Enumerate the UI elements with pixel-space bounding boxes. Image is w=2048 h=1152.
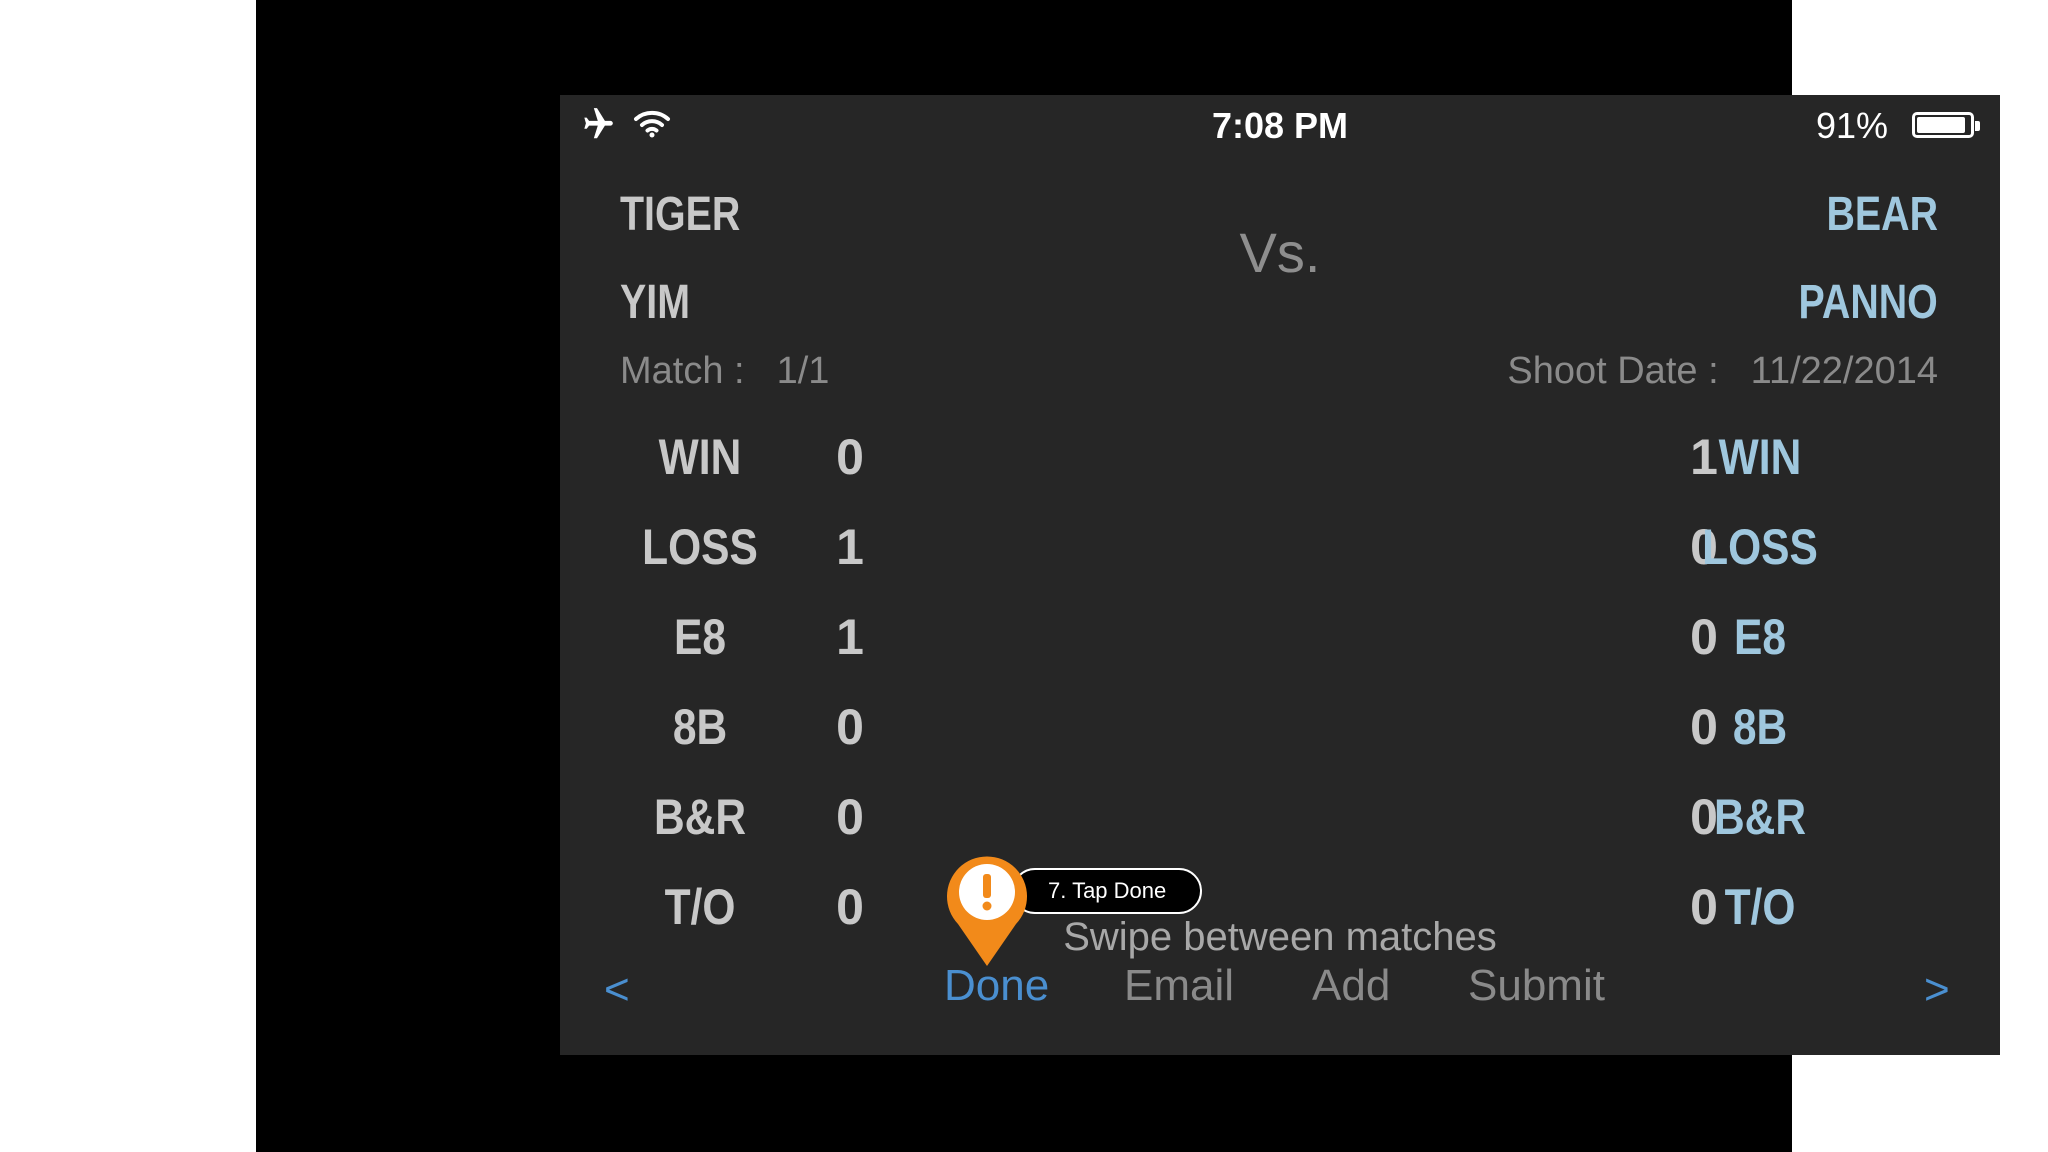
status-bar: 7:08 PM 91% [560, 95, 2000, 155]
shoot-date-label: Shoot Date : [1507, 350, 1719, 392]
shoot-date-value: 11/22/2014 [1750, 350, 1938, 392]
exclamation-icon [947, 856, 1027, 966]
left-stat-label: LOSS [642, 519, 758, 575]
right-stat-label: WIN [1718, 429, 1802, 485]
right-player-first-name: BEAR [1826, 188, 1938, 241]
right-stat-label: E8 [1733, 609, 1786, 665]
left-stat-value: 0 [836, 429, 864, 485]
battery-percent: 91% [1815, 105, 1888, 146]
swipe-hint: Swipe between matches [1063, 915, 1497, 959]
left-stat-value: 0 [836, 789, 864, 845]
left-stat-label: E8 [673, 609, 726, 665]
right-stat-label: LOSS [1702, 519, 1818, 575]
done-button[interactable]: Done [944, 961, 1049, 1011]
battery-icon [1912, 112, 1980, 138]
previous-match-button[interactable]: < [604, 965, 630, 1015]
submit-button[interactable]: Submit [1468, 961, 1605, 1011]
tooltip-bubble: 7. Tap Done [1012, 868, 1202, 914]
add-button[interactable]: Add [1312, 961, 1390, 1011]
match-value: 1/1 [776, 350, 830, 392]
left-stat-label: WIN [658, 429, 742, 485]
match-info: Match : 1/1 [620, 350, 829, 393]
app-screen: 7:08 PM 91% TIGER YIM Vs. BEAR PANNO Mat… [560, 95, 2000, 1055]
right-stat-label: B&R [1713, 789, 1807, 845]
versus-label: Vs. [1239, 221, 1321, 284]
right-player-last-name: PANNO [1798, 276, 1938, 329]
shoot-date-info: Shoot Date : 11/22/2014 [1507, 350, 1938, 393]
email-button[interactable]: Email [1124, 961, 1234, 1011]
left-stat-label: 8B [672, 699, 728, 755]
left-stat-value: 1 [836, 519, 864, 575]
right-stat-label: 8B [1732, 699, 1788, 755]
next-match-button[interactable]: > [1924, 965, 1950, 1015]
left-stat-value: 0 [836, 699, 864, 755]
left-stat-value: 1 [836, 609, 864, 665]
left-stat-label: B&R [653, 789, 747, 845]
status-time: 7:08 PM [1211, 105, 1349, 146]
match-label: Match : [620, 350, 745, 392]
device-frame: 7:08 PM 91% TIGER YIM Vs. BEAR PANNO Mat… [256, 0, 2000, 1152]
